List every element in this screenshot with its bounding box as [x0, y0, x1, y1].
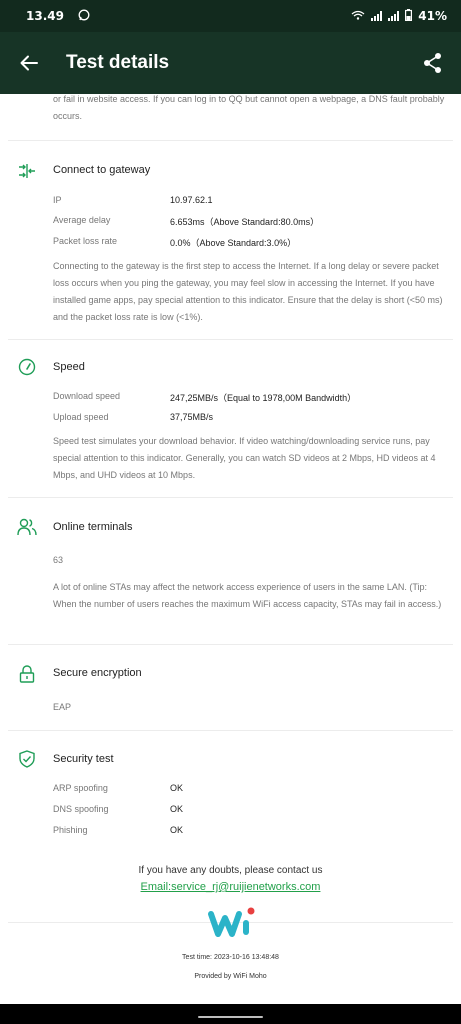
speed-gauge-icon [17, 357, 37, 377]
email-link[interactable]: Email:service_rj@ruijienetworks.com [0, 881, 461, 893]
row-key: Upload speed [53, 412, 109, 422]
row-key: IP [53, 195, 62, 205]
gateway-icon [17, 161, 37, 181]
wifi-moho-logo [205, 906, 257, 940]
divider [8, 730, 453, 731]
security-section-title: Security test [53, 753, 114, 765]
whatsapp-icon [78, 9, 90, 24]
encryption-value: EAP [53, 702, 72, 712]
divider [8, 644, 453, 645]
back-button[interactable] [0, 32, 58, 94]
row-key: ARP spoofing [53, 783, 108, 793]
row-value: OK [170, 825, 184, 835]
row-value: 0.0%（Above Standard:3.0%） [170, 238, 297, 248]
row-value: 6.653ms（Above Standard:80.0ms） [170, 217, 320, 227]
signal-icon [388, 11, 400, 21]
row-value: 247,25MB/s（Equal to 1978,00M Bandwidth） [170, 393, 357, 403]
terminals-section-title: Online terminals [53, 521, 133, 533]
status-bar: 13.49 41% [0, 0, 461, 32]
users-icon [17, 517, 37, 537]
dns-description: or fail in website access. If you can lo… [53, 94, 445, 121]
email-link-text[interactable]: Email:service_rj@ruijienetworks.com [141, 881, 321, 893]
row-key: Download speed [53, 391, 121, 401]
row-value: 10.97.62.1 [170, 195, 213, 205]
shield-check-icon [17, 749, 37, 769]
row-key: DNS spoofing [53, 804, 109, 814]
battery-icon [405, 8, 413, 24]
speed-description: Speed test simulates your download behav… [53, 436, 436, 480]
gateway-description: Connecting to the gateway is the first s… [53, 261, 443, 322]
contact-text: If you have any doubts, please contact u… [138, 865, 323, 876]
row-key: Average delay [53, 215, 111, 225]
row-value: OK [170, 783, 184, 793]
speed-section-title: Speed [53, 361, 85, 373]
wifi-icon [351, 9, 365, 23]
battery-level: 41% [418, 9, 447, 23]
terminals-count: 63 [53, 555, 64, 565]
test-details-content[interactable]: or fail in website access. If you can lo… [0, 94, 461, 1004]
signal-icon [371, 11, 383, 21]
terminals-description: A lot of online STAs may affect the netw… [53, 582, 442, 609]
divider [8, 140, 453, 141]
system-nav-bar [0, 1004, 461, 1024]
divider [8, 339, 453, 340]
row-key: Packet loss rate [53, 236, 118, 246]
home-gesture-handle[interactable] [198, 1016, 263, 1018]
page-title: Test details [66, 52, 170, 73]
share-icon [424, 53, 441, 73]
encryption-section-title: Secure encryption [53, 667, 142, 679]
row-value: 37,75MB/s [170, 412, 214, 422]
lock-icon [17, 664, 37, 684]
share-button[interactable] [405, 32, 461, 94]
status-time: 13.49 [26, 9, 64, 23]
row-value: OK [170, 804, 184, 814]
gateway-section-title: Connect to gateway [53, 164, 151, 176]
back-arrow-icon [20, 55, 38, 71]
test-time: Test time: 2023-10-16 13:48:48 [182, 954, 279, 961]
app-bar: Test details [0, 32, 461, 94]
provided-by: Provided by WiFi Moho [194, 973, 267, 980]
divider [8, 497, 453, 498]
row-key: Phishing [53, 825, 88, 835]
